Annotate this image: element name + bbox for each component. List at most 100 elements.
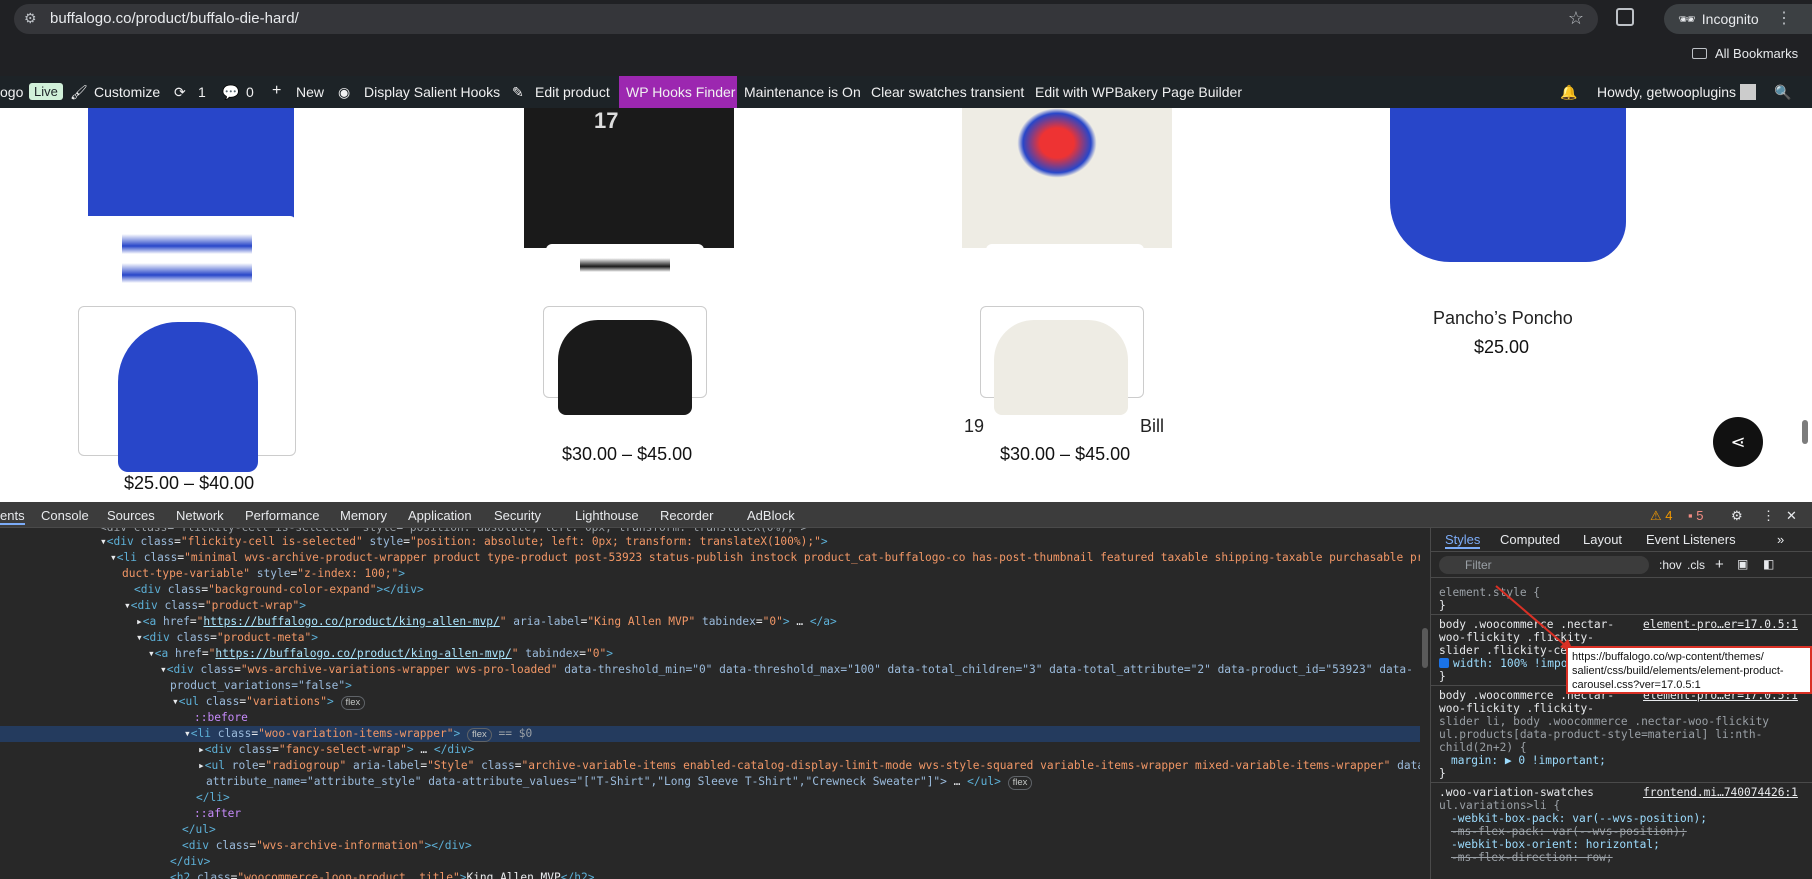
page-scrollbar[interactable] bbox=[1802, 420, 1808, 444]
wpbakery-link[interactable]: Edit with WPBakery Page Builder bbox=[1035, 84, 1242, 100]
tab-computed[interactable]: Computed bbox=[1500, 532, 1560, 547]
dom-line-selected[interactable]: ▾<li class="woo-variation-items-wrapper"… bbox=[0, 726, 1420, 742]
dom-line[interactable]: </ul> bbox=[182, 822, 216, 838]
maintenance-link[interactable]: Maintenance is On bbox=[744, 84, 861, 100]
close-devtools-icon[interactable]: ✕ bbox=[1786, 508, 1797, 524]
rule2-property[interactable]: margin: ▶ 0 !important; bbox=[1451, 754, 1606, 767]
updates-icon[interactable]: ⟳ bbox=[174, 84, 186, 101]
product-title-3-start[interactable]: 19 bbox=[964, 416, 984, 437]
dom-line[interactable]: </li> bbox=[196, 790, 230, 806]
rule2-selector[interactable]: ul.products[data-product-style=material]… bbox=[1439, 728, 1762, 741]
dom-line[interactable]: ▾<ul class="variations"> flex bbox=[172, 694, 366, 710]
extensions-icon[interactable] bbox=[1616, 8, 1634, 26]
rule2-selector[interactable]: woo-flickity .flickity- bbox=[1439, 702, 1594, 715]
tab-adblock[interactable]: AdBlock bbox=[747, 508, 795, 523]
product-image-black-sweater[interactable] bbox=[558, 320, 692, 415]
flex-badge[interactable]: flex bbox=[340, 696, 366, 710]
customize-link[interactable]: Customize bbox=[94, 84, 160, 100]
dom-line[interactable]: duct-type-variable" style="z-index: 100;… bbox=[122, 566, 405, 582]
dom-line[interactable]: ▸<a href="https://buffalogo.co/product/k… bbox=[136, 614, 837, 630]
rule2-selector[interactable]: slider li, body .woocommerce .nectar-woo… bbox=[1439, 715, 1769, 728]
wp-hooks-finder[interactable]: WP Hooks Finder bbox=[619, 76, 737, 108]
more-tabs-icon[interactable]: » bbox=[1777, 532, 1784, 547]
devtools-menu-icon[interactable]: ⋮ bbox=[1762, 508, 1775, 524]
site-name[interactable]: ogo bbox=[0, 84, 23, 100]
swatch-black-1[interactable] bbox=[580, 258, 670, 272]
dom-line[interactable]: ::before bbox=[194, 710, 248, 726]
product-image-blue-hoodie[interactable] bbox=[118, 322, 258, 472]
tab-console[interactable]: Console bbox=[41, 508, 89, 523]
rule3-source[interactable]: frontend.mi…740074426:1 bbox=[1643, 786, 1798, 799]
avatar[interactable] bbox=[1740, 84, 1756, 100]
property-checkbox[interactable] bbox=[1439, 658, 1449, 668]
share-button[interactable]: ⋖ bbox=[1713, 417, 1763, 467]
rule3-selector[interactable]: .woo-variation-swatches bbox=[1439, 786, 1594, 799]
rule3-property[interactable]: -webkit-box-pack: var(--wvs-position); bbox=[1451, 812, 1707, 825]
product-image-black-tee[interactable]: 17 bbox=[524, 108, 734, 248]
tab-lighthouse[interactable]: Lighthouse bbox=[575, 508, 639, 523]
rule2-selector[interactable]: child(2n+2) { bbox=[1439, 741, 1527, 754]
rule3-property-overridden[interactable]: -ms-flex-pack: var(--wvs-position); bbox=[1451, 825, 1687, 838]
product-title-4[interactable]: Pancho’s Poncho bbox=[1433, 308, 1573, 329]
dom-line[interactable]: ▸<div class="fancy-select-wrap"> … </div… bbox=[198, 742, 474, 758]
filter-input[interactable]: Filter bbox=[1439, 556, 1649, 574]
bell-icon[interactable]: 🔔 bbox=[1560, 84, 1577, 101]
howdy-user[interactable]: Howdy, getwooplugins bbox=[1597, 84, 1736, 100]
rule1-source[interactable]: element-pro…er=17.0.5:1 bbox=[1643, 618, 1798, 631]
product-image-cream-sweater[interactable] bbox=[994, 320, 1128, 415]
dom-line[interactable]: ▾<li class="minimal wvs-archive-product-… bbox=[110, 550, 1420, 566]
tab-styles[interactable]: Styles bbox=[1445, 532, 1481, 549]
tab-memory[interactable]: Memory bbox=[340, 508, 387, 523]
new-rule-icon[interactable]: + bbox=[1715, 556, 1724, 573]
cls-toggle[interactable]: .cls bbox=[1687, 558, 1705, 572]
flex-badge[interactable]: flex bbox=[467, 728, 492, 742]
dom-line[interactable]: </div> bbox=[170, 854, 210, 870]
tab-sources[interactable]: Sources bbox=[107, 508, 155, 523]
tab-network[interactable]: Network bbox=[176, 508, 224, 523]
bookmark-star-icon[interactable]: ☆ bbox=[1568, 8, 1584, 29]
dom-line[interactable]: ▾<a href="https://buffalogo.co/product/k… bbox=[148, 646, 613, 662]
browser-menu-icon[interactable]: ⋮ bbox=[1776, 8, 1792, 28]
dom-line[interactable]: product_variations="false"> bbox=[170, 678, 352, 694]
tab-elements[interactable]: ents bbox=[0, 508, 25, 525]
dom-line[interactable]: <div class="background-color-expand"></d… bbox=[134, 582, 424, 598]
new-link[interactable]: New bbox=[296, 84, 324, 100]
clear-swatches-link[interactable]: Clear swatches transient bbox=[871, 84, 1024, 100]
rule3-property-overridden[interactable]: -ms-flex-direction: row; bbox=[1451, 851, 1613, 864]
elements-tree[interactable]: <div class="flickity-cell is-selected" s… bbox=[0, 528, 1420, 879]
hov-toggle[interactable]: :hov bbox=[1659, 558, 1682, 572]
address-bar[interactable]: ⚙ buffalogo.co/product/buffalo-die-hard/… bbox=[14, 4, 1598, 34]
dom-line[interactable]: ::after bbox=[194, 806, 241, 822]
site-info-icon[interactable]: ⚙ bbox=[24, 10, 37, 27]
comments-icon[interactable]: 💬 bbox=[222, 84, 239, 101]
paint-icon[interactable]: ▣ bbox=[1737, 557, 1748, 571]
swatch-blue-2[interactable] bbox=[122, 263, 252, 283]
all-bookmarks[interactable]: All Bookmarks bbox=[1692, 46, 1798, 61]
rule1-property[interactable]: width: 100% !impo bbox=[1439, 657, 1568, 670]
rule3-selector[interactable]: ul.variations>li { bbox=[1439, 799, 1560, 812]
warnings-count[interactable]: ⚠ 4 bbox=[1650, 508, 1673, 524]
product-image-poncho[interactable] bbox=[1390, 108, 1626, 262]
search-icon[interactable]: 🔍 bbox=[1774, 84, 1791, 101]
tab-application[interactable]: Application bbox=[408, 508, 472, 523]
product-title-3-end[interactable]: Bill bbox=[1140, 416, 1164, 437]
dom-line[interactable]: ▾<div class="wvs-archive-variations-wrap… bbox=[160, 662, 1413, 678]
dom-line[interactable]: attribute_name="attribute_style" data-at… bbox=[206, 774, 1033, 790]
tab-performance[interactable]: Performance bbox=[245, 508, 319, 523]
elements-scrollbar[interactable] bbox=[1420, 528, 1430, 879]
dom-line[interactable]: ▸<ul role="radiogroup" aria-label="Style… bbox=[198, 758, 1420, 774]
dom-line[interactable]: ▾<div class="flickity-cell is-selected" … bbox=[100, 534, 828, 550]
dom-line[interactable]: <h2 class="woocommerce-loop-product__tit… bbox=[170, 870, 594, 879]
product-image-cream-tee[interactable] bbox=[962, 108, 1172, 248]
dom-line[interactable]: ▾<div class="product-meta"> bbox=[136, 630, 318, 646]
tab-layout[interactable]: Layout bbox=[1583, 532, 1622, 547]
edit-product-link[interactable]: Edit product bbox=[535, 84, 610, 100]
dom-line[interactable]: <div class="wvs-archive-information"></d… bbox=[182, 838, 472, 854]
swatch-blue-1[interactable] bbox=[122, 234, 252, 254]
settings-gear-icon[interactable]: ⚙ bbox=[1731, 508, 1743, 524]
tab-event-listeners[interactable]: Event Listeners bbox=[1646, 532, 1736, 547]
issues-count[interactable]: ▪ 5 bbox=[1688, 508, 1703, 523]
tab-recorder[interactable]: Recorder bbox=[660, 508, 713, 523]
sidebar-toggle-icon[interactable]: ◧ bbox=[1763, 557, 1774, 571]
tab-security[interactable]: Security bbox=[494, 508, 541, 523]
